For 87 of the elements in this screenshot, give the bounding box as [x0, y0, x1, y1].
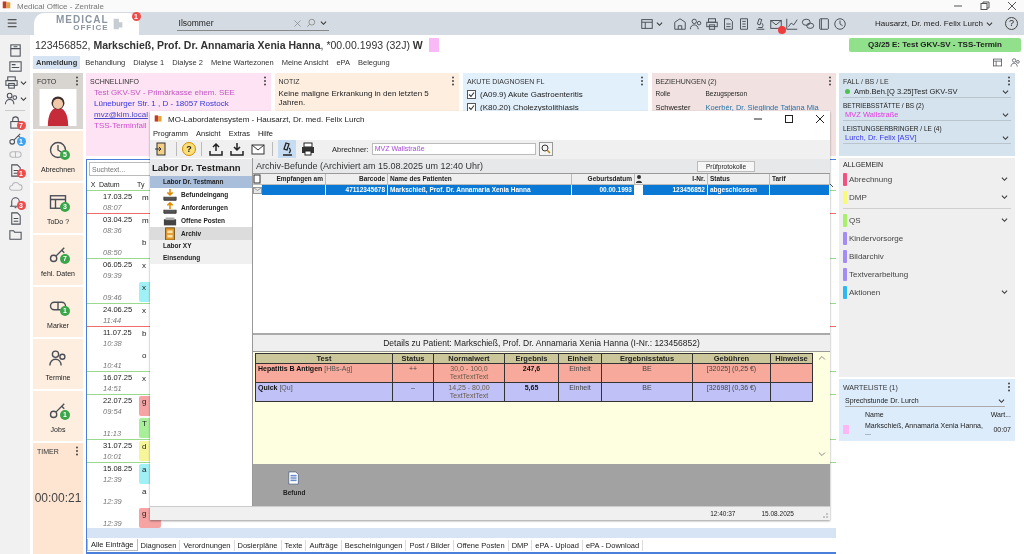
window-title: Medical Office - Zentrale [17, 1, 104, 11]
entry-type: b [141, 237, 148, 249]
upload-tray-icon [163, 200, 177, 215]
caret-icon [1002, 111, 1009, 118]
diagnosis-text: (K80.20) Cholezystolithiasis [480, 103, 579, 112]
entry-type: m [141, 192, 150, 204]
entry-type: a [141, 486, 148, 498]
section-title: Archiv-Befunde (Archiviert am 15.08.2025 um 12:40 Uhr) [256, 161, 484, 171]
close-icon[interactable] [1006, 0, 1018, 12]
kebab-menu-icon[interactable] [1007, 382, 1011, 392]
kebab-menu-icon[interactable] [828, 76, 832, 86]
help-button[interactable]: ? [182, 142, 196, 156]
patient-header: 123456852, Markschieß, Prof. Dr. Annamaria Xenia Hanna, *00.00.1993 (32J) W [35, 38, 423, 51]
microscope-icon[interactable] [278, 140, 296, 158]
window-icon[interactable] [639, 16, 654, 31]
restore-icon[interactable] [979, 0, 991, 12]
book-icon[interactable] [816, 16, 831, 31]
people-icon [48, 347, 68, 368]
info-text: TSS-Terminfall [94, 121, 147, 130]
menu-item[interactable]: Textverarbeitung [843, 265, 1011, 283]
case-banner: Q3/25 E: Test GKV-SV - TSS-Termin [849, 37, 1021, 52]
search-icon[interactable] [538, 142, 553, 156]
id-card-icon[interactable] [7, 59, 23, 74]
entry-type: x [141, 305, 147, 317]
entry-type: m [141, 215, 150, 227]
menu-item[interactable]: Bildarchiv [843, 247, 1011, 265]
entry-type: x [141, 373, 147, 385]
kebab-menu-icon[interactable] [262, 76, 267, 86]
checkbox[interactable] [467, 90, 476, 99]
key-icon[interactable] [7, 131, 23, 146]
caret-icon [1002, 134, 1009, 141]
kebab-menu-icon[interactable] [451, 76, 455, 86]
close-icon[interactable] [814, 113, 826, 125]
app-logo-icon [154, 113, 165, 125]
window-icon[interactable] [992, 56, 1003, 68]
upload-tray-icon[interactable] [207, 140, 225, 158]
clock-icon[interactable] [832, 16, 847, 31]
timer-value: 00:00:21 [34, 490, 82, 506]
entry-type: b [141, 328, 148, 340]
people-icon[interactable] [1010, 56, 1021, 68]
info-text: Lüneburger Str. 1 , D - 18057 Rostock [94, 99, 229, 108]
menu-item[interactable]: Abrechnung [843, 170, 1011, 188]
building-icon[interactable] [672, 16, 687, 31]
menu-item[interactable]: Kindervorsorge [843, 229, 1011, 247]
menu-item[interactable]: QS [843, 211, 1011, 229]
line-chart-icon[interactable] [784, 16, 799, 31]
info-text: Test GKV-SV - Primärkasse ehem. SEE [94, 88, 235, 97]
panel-title: Labor Dr. Testmann [150, 159, 252, 176]
menu-item[interactable]: DMP [843, 188, 1011, 206]
email-link[interactable]: mvz@kim.local [94, 110, 148, 119]
printer-icon[interactable] [3, 75, 19, 90]
caret-icon [998, 397, 1005, 404]
kebab-menu-icon[interactable] [1007, 76, 1011, 86]
entry-type: o [141, 350, 148, 362]
caret-icon [1001, 289, 1008, 295]
logo-text: MEDICAL [56, 16, 109, 24]
people-icon[interactable] [3, 91, 19, 106]
bell-icon[interactable] [7, 195, 23, 210]
cabinet-icon [163, 226, 177, 241]
kebab-menu-icon[interactable] [75, 76, 79, 86]
download-tray-icon[interactable] [228, 140, 246, 158]
diagnosis-text: (A09.9) Akute Gastroenteritis [480, 90, 583, 99]
download-tray-icon [163, 187, 177, 202]
caret-icon [986, 20, 993, 27]
maximize-icon[interactable] [783, 113, 795, 125]
menu-item[interactable]: Aktionen [843, 283, 1011, 301]
user-menu[interactable]: Hausarzt, Dr. med. Felix Lurch [874, 19, 993, 28]
avatar-icon [38, 89, 78, 126]
archive-box-icon[interactable] [7, 43, 23, 58]
kebab-menu-icon[interactable] [639, 76, 644, 86]
caret-icon [319, 20, 327, 26]
kebab-menu-icon[interactable] [75, 446, 79, 456]
caret-icon [1001, 194, 1008, 200]
clock-icon [48, 139, 68, 160]
caret-icon [1001, 176, 1008, 182]
document-icon [287, 470, 302, 486]
window-title: MO-Labordatensystem - Hausarzt, Dr. med. Felix Lurch [168, 114, 365, 124]
people-icon[interactable] [688, 16, 703, 31]
note-text: Keine maligne Erkrankung in den letzten 5 Jahren. [278, 89, 430, 107]
folder-icon[interactable] [7, 227, 23, 242]
chat-bubbles-icon[interactable] [800, 16, 815, 31]
person-icon [635, 174, 643, 184]
entry-type: x [141, 260, 147, 272]
caret-icon [1002, 88, 1009, 95]
printer-icon[interactable] [299, 140, 317, 158]
logo-text: OFFICE [73, 24, 109, 32]
caret-icon [1001, 217, 1008, 223]
